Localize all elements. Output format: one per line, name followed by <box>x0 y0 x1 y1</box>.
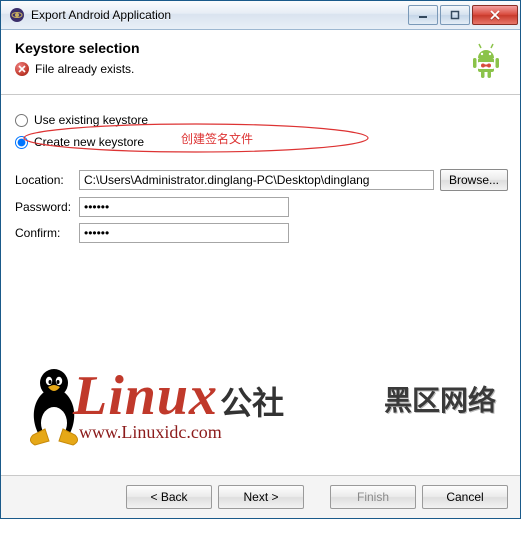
password-input[interactable] <box>79 197 289 217</box>
location-input[interactable] <box>79 170 434 190</box>
wizard-button-bar: < Back Next > Finish Cancel <box>1 475 520 518</box>
error-text: File already exists. <box>35 62 134 76</box>
minimize-button[interactable] <box>408 5 438 25</box>
wizard-header: Keystore selection File already exists. <box>1 30 520 95</box>
close-button[interactable] <box>472 5 518 25</box>
watermark-brand-cn: 公社 <box>220 385 284 421</box>
radio-create-new-input[interactable] <box>15 136 28 149</box>
tux-icon <box>19 365 89 447</box>
confirm-input[interactable] <box>79 223 289 243</box>
radio-create-new[interactable]: Create new keystore <box>15 131 508 153</box>
browse-button[interactable]: Browse... <box>440 169 508 191</box>
finish-button[interactable]: Finish <box>330 485 416 509</box>
wizard-content: Use existing keystore Create new keystor… <box>1 95 520 475</box>
radio-use-existing-label: Use existing keystore <box>34 113 148 127</box>
back-button[interactable]: < Back <box>126 485 212 509</box>
status-message: File already exists. <box>15 62 464 76</box>
watermark-url: www.Linuxidc.com <box>79 422 284 443</box>
password-label: Password: <box>15 200 79 214</box>
radio-use-existing-input[interactable] <box>15 114 28 127</box>
keystore-radio-group: Use existing keystore Create new keystor… <box>15 109 508 153</box>
error-icon <box>15 62 29 76</box>
password-row: Password: <box>15 197 508 217</box>
watermark-heiqu: 黑区网络 <box>384 379 496 419</box>
eclipse-icon <box>9 7 25 23</box>
android-icon <box>464 40 508 84</box>
window-title: Export Android Application <box>31 8 408 22</box>
maximize-button[interactable] <box>440 5 470 25</box>
next-button[interactable]: Next > <box>218 485 304 509</box>
radio-use-existing[interactable]: Use existing keystore <box>15 109 508 131</box>
radio-create-new-label: Create new keystore <box>34 135 144 149</box>
location-label: Location: <box>15 173 79 187</box>
watermark-brand: Linux <box>73 365 218 427</box>
page-title: Keystore selection <box>15 40 464 56</box>
location-row: Location: Browse... <box>15 169 508 191</box>
confirm-row: Confirm: <box>15 223 508 243</box>
cancel-button[interactable]: Cancel <box>422 485 508 509</box>
window-buttons <box>408 5 518 25</box>
titlebar: Export Android Application <box>1 1 520 30</box>
watermark-linuxidc: Linux公社 www.Linuxidc.com <box>73 364 284 443</box>
export-android-application-window: Export Android Application Keystore sele… <box>0 0 521 519</box>
confirm-label: Confirm: <box>15 226 79 240</box>
